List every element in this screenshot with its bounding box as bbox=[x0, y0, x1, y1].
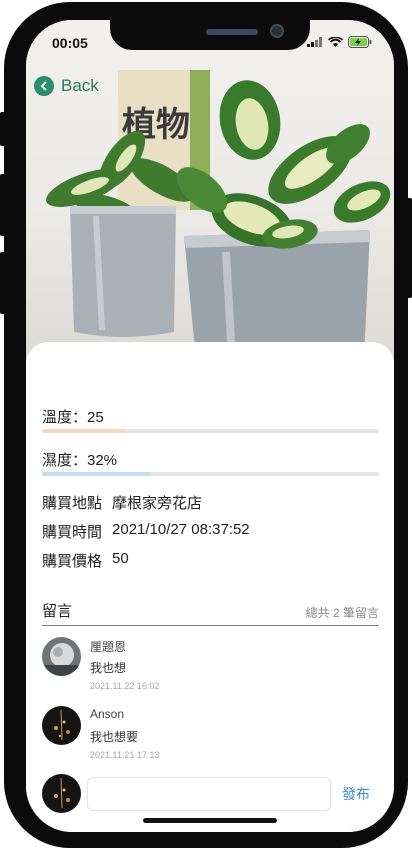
plant-illustration: 植物 bbox=[46, 70, 391, 360]
humidity-bar-fill bbox=[42, 472, 150, 476]
comments-title: 留言 bbox=[42, 603, 73, 620]
plant-photo: 植物 bbox=[26, 20, 394, 360]
purchase-time-row: 購買時間 2021/10/27 08:37:52 bbox=[42, 521, 250, 542]
mute-switch bbox=[0, 112, 6, 146]
comment-text: 我也想 bbox=[90, 661, 127, 675]
temperature-label: 溫度：25 bbox=[42, 409, 104, 426]
comment-time: 2021.11.22 16:02 bbox=[90, 681, 160, 691]
temperature-bar bbox=[42, 429, 379, 433]
comments-divider bbox=[42, 625, 379, 626]
left-pot bbox=[70, 206, 176, 337]
purchase-time-label: 購買時間 bbox=[42, 524, 103, 541]
detail-sheet: 溫度：25 濕度：32% 購買地點 摩根家旁花店 購買時間 2021/10/27… bbox=[26, 342, 394, 832]
comment-time: 2021.11.21 17:13 bbox=[90, 750, 160, 760]
comment-input[interactable] bbox=[87, 777, 331, 811]
speaker bbox=[206, 29, 258, 35]
back-button[interactable]: Back bbox=[34, 76, 99, 96]
right-pot bbox=[184, 230, 370, 360]
humidity-bar bbox=[42, 472, 379, 476]
comment-text: 我也想要 bbox=[90, 730, 139, 744]
comments-count: 總共 2 筆留言 bbox=[305, 606, 379, 620]
comment-author: Anson bbox=[90, 707, 125, 721]
power-button bbox=[406, 198, 412, 298]
battery-charging-icon bbox=[348, 36, 372, 48]
back-label: Back bbox=[61, 76, 99, 95]
purchase-price-row: 購買價格 50 bbox=[42, 550, 129, 571]
purchase-time-value: 2021/10/27 08:37:52 bbox=[112, 521, 250, 538]
screen: 植物 00:05 Back 溫度：25 濕度：32% 購買地點 摩根家旁花店 購… bbox=[26, 20, 394, 832]
avatar bbox=[42, 637, 81, 676]
purchase-location-value: 摩根家旁花店 bbox=[112, 495, 203, 512]
chevron-left-icon bbox=[34, 76, 54, 96]
volume-up-button bbox=[0, 174, 6, 236]
comment-author: 厘題恩 bbox=[90, 640, 127, 654]
comment-item: Anson 我也想要 2021.11.21 17:13 bbox=[42, 706, 379, 766]
temperature-bar-fill bbox=[42, 429, 127, 433]
purchase-location-row: 購買地點 摩根家旁花店 bbox=[42, 492, 202, 513]
purchase-price-label: 購買價格 bbox=[42, 553, 103, 570]
cellular-signal-icon bbox=[307, 37, 322, 47]
home-indicator bbox=[143, 818, 277, 823]
purchase-price-value: 50 bbox=[112, 550, 129, 567]
post-button[interactable]: 發布 bbox=[342, 784, 370, 804]
purchase-location-label: 購買地點 bbox=[42, 495, 103, 512]
current-user-avatar bbox=[42, 774, 81, 813]
phone-frame: 植物 00:05 Back 溫度：25 濕度：32% 購買地點 摩根家旁花店 購… bbox=[0, 2, 412, 848]
wifi-icon bbox=[328, 36, 343, 47]
volume-down-button bbox=[0, 252, 6, 314]
comment-compose-row: 發布 bbox=[42, 774, 379, 816]
status-icons bbox=[307, 36, 372, 48]
avatar bbox=[42, 706, 81, 745]
humidity-label: 濕度：32% bbox=[42, 452, 118, 469]
notch bbox=[110, 20, 310, 50]
comment-item: 厘題恩 我也想 2021.11.22 16:02 bbox=[42, 637, 379, 697]
front-camera bbox=[270, 24, 284, 38]
status-time: 00:05 bbox=[52, 35, 88, 51]
